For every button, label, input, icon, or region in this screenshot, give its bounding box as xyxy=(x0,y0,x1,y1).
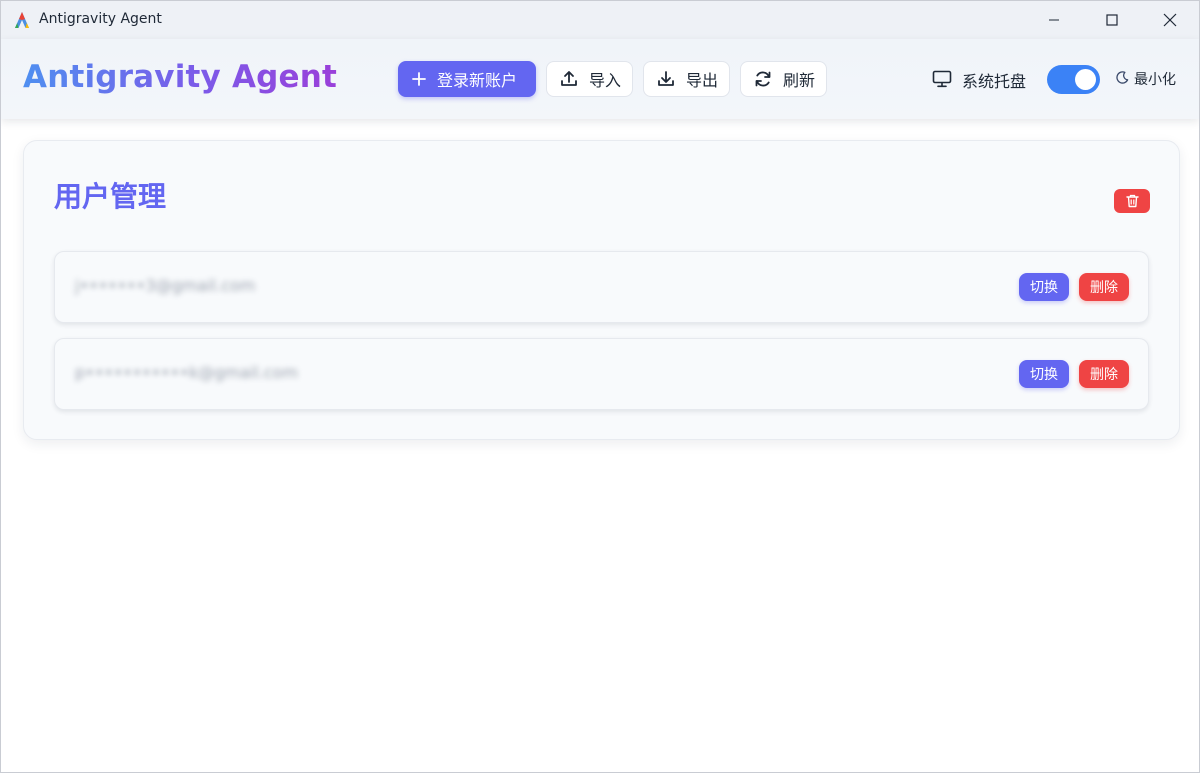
window-minimize-button[interactable] xyxy=(1025,1,1083,39)
delete-account-button[interactable]: 删除 xyxy=(1079,273,1129,301)
title-bar: Antigravity Agent xyxy=(1,1,1199,39)
account-email: p•••••••••••k@gmail.com xyxy=(75,363,298,382)
download-icon xyxy=(658,71,674,86)
antigravity-logo-icon xyxy=(15,12,29,28)
account-row: j•••••••3@gmail.com 切换 删除 xyxy=(54,251,1149,323)
system-tray-toggle[interactable] xyxy=(1047,65,1100,94)
export-button[interactable]: 导出 xyxy=(643,61,730,97)
plus-icon xyxy=(412,72,426,86)
refresh-icon xyxy=(755,71,771,87)
app-window: Antigravity Agent Antigravity Agent 登录新账… xyxy=(0,0,1200,773)
account-row: p•••••••••••k@gmail.com 切换 删除 xyxy=(54,338,1149,410)
switch-account-button[interactable]: 切换 xyxy=(1019,273,1069,301)
close-icon xyxy=(1163,13,1177,27)
import-button-label: 导入 xyxy=(589,71,622,90)
window-maximize-button[interactable] xyxy=(1083,1,1141,39)
page-title: 用户管理 xyxy=(54,180,167,213)
moon-icon xyxy=(1116,71,1129,84)
delete-account-button[interactable]: 删除 xyxy=(1079,360,1129,388)
window-title: Antigravity Agent xyxy=(39,11,162,27)
switch-account-button[interactable]: 切换 xyxy=(1019,360,1069,388)
monitor-icon xyxy=(932,70,952,88)
export-button-label: 导出 xyxy=(686,71,719,90)
clear-all-button[interactable] xyxy=(1114,189,1150,213)
refresh-button-label: 刷新 xyxy=(783,71,816,90)
login-new-account-button[interactable]: 登录新账户 xyxy=(398,61,536,97)
system-tray-label: 系统托盘 xyxy=(962,72,1027,91)
minimize-to-tray-label[interactable]: 最小化 xyxy=(1134,69,1176,89)
brand-title: Antigravity Agent xyxy=(23,59,338,95)
login-button-label: 登录新账户 xyxy=(437,71,518,90)
app-header: Antigravity Agent 登录新账户 导入 导出 刷新 系统托盘 最小… xyxy=(1,39,1199,119)
refresh-button[interactable]: 刷新 xyxy=(740,61,827,97)
import-button[interactable]: 导入 xyxy=(546,61,633,97)
toggle-knob xyxy=(1075,69,1096,90)
trash-icon xyxy=(1125,194,1139,208)
window-close-button[interactable] xyxy=(1141,1,1199,39)
user-management-card: 用户管理 j•••••••3@gmail.com 切换 删除 p••••••••… xyxy=(23,140,1180,440)
upload-icon xyxy=(561,71,577,86)
maximize-icon xyxy=(1106,14,1118,26)
minimize-icon xyxy=(1049,19,1059,21)
account-email: j•••••••3@gmail.com xyxy=(75,276,256,295)
